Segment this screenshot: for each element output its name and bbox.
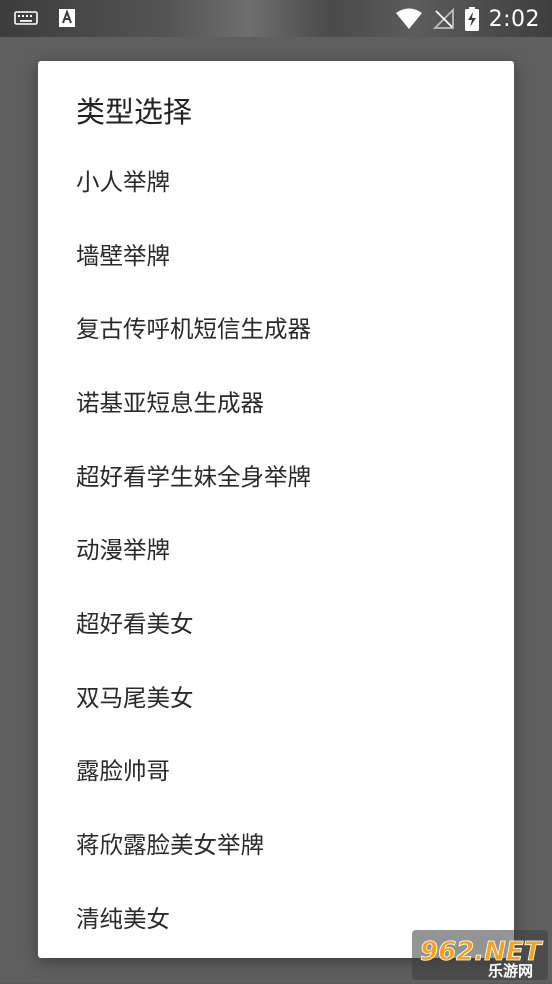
option-item[interactable]: 复古传呼机短信生成器: [38, 290, 514, 364]
option-item[interactable]: 超好看美女: [38, 585, 514, 659]
type-select-dialog: 类型选择 小人举牌 墙壁举牌 复古传呼机短信生成器 诺基亚短息生成器 超好看学生…: [38, 61, 514, 958]
wifi-icon: [395, 8, 423, 30]
option-list: 小人举牌 墙壁举牌 复古传呼机短信生成器 诺基亚短息生成器 超好看学生妹全身举牌…: [38, 143, 514, 954]
watermark-logo: 962.NET 乐游网: [412, 930, 548, 980]
status-bar: 2:02: [0, 0, 552, 37]
option-item[interactable]: 小人举牌: [38, 143, 514, 217]
option-item[interactable]: 诺基亚短息生成器: [38, 364, 514, 438]
dialog-title: 类型选择: [76, 95, 193, 129]
status-left-icons: [14, 8, 76, 28]
watermark-subtitle: 乐游网: [488, 962, 533, 980]
option-item[interactable]: 超好看学生妹全身举牌: [38, 438, 514, 512]
option-item[interactable]: 墙壁举牌: [38, 217, 514, 291]
status-right-icons: 2:02: [395, 4, 540, 34]
a-notification-icon: [58, 8, 76, 28]
battery-charging-icon: [464, 7, 479, 31]
keyboard-icon: [14, 10, 38, 26]
option-item[interactable]: 蒋欣露脸美女举牌: [38, 806, 514, 880]
option-item[interactable]: 双马尾美女: [38, 659, 514, 733]
status-clock: 2:02: [488, 6, 540, 32]
option-item[interactable]: 露脸帅哥: [38, 733, 514, 807]
no-sim-icon: [432, 8, 455, 30]
option-item[interactable]: 动漫举牌: [38, 511, 514, 585]
